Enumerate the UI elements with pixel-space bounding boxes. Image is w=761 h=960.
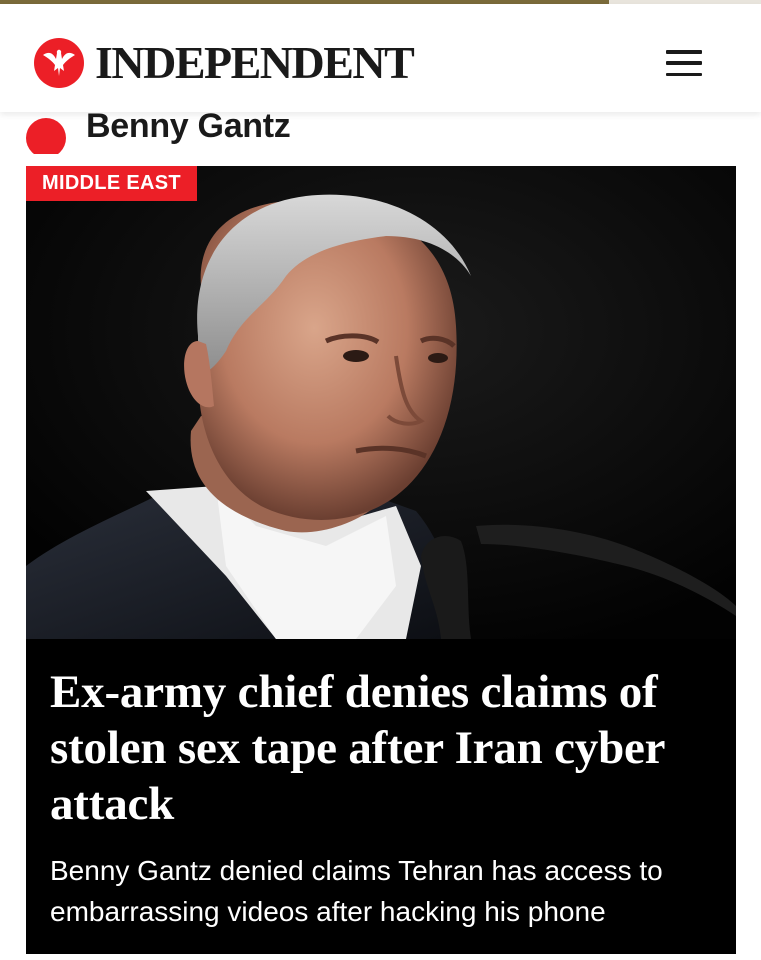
topic-title: Benny Gantz (86, 107, 291, 145)
site-header: INDEPENDENT (0, 4, 761, 112)
hamburger-menu-icon[interactable] (660, 46, 708, 80)
man-at-microphone-photo (26, 166, 736, 639)
article-headline[interactable]: Ex-army chief denies claims of stolen se… (50, 664, 720, 832)
eagle-icon (34, 38, 84, 88)
site-logo[interactable]: INDEPENDENT (34, 38, 484, 88)
section-tag[interactable]: MIDDLE EAST (26, 166, 197, 201)
logo-wordmark: INDEPENDENT (95, 37, 415, 88)
article-standfirst: Benny Gantz denied claims Tehran has acc… (50, 855, 663, 927)
article-card[interactable]: MIDDLE EAST Ex-army chief denies claims … (26, 166, 736, 954)
red-dot-icon (26, 118, 66, 154)
